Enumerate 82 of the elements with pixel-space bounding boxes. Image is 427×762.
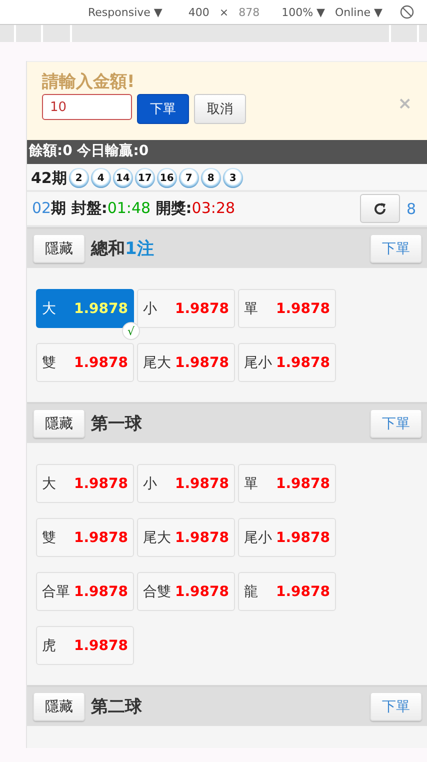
odds-value: 1.9878 xyxy=(174,354,229,370)
option-label: 大 xyxy=(42,474,56,492)
bet-option[interactable]: 單 1.9878 xyxy=(238,289,336,328)
bet-option[interactable]: 小 1.9878 xyxy=(137,289,235,328)
odds-value: 1.9878 xyxy=(276,530,330,546)
odds-value: 1.9878 xyxy=(74,354,128,370)
bet-option[interactable]: 大 1.9878 xyxy=(36,289,134,328)
result-ball: 16 xyxy=(156,168,177,188)
bet-option[interactable]: 尾大 1.9878 xyxy=(137,518,235,557)
section-title: 第二球 xyxy=(91,696,143,718)
odds-value: 1.9878 xyxy=(74,584,128,600)
option-label: 尾大 xyxy=(143,354,171,372)
height-field[interactable]: 878 xyxy=(238,6,260,18)
section-title: 總和1注 xyxy=(91,238,155,260)
odds-value: 1.9878 xyxy=(74,476,128,492)
result-ball: 7 xyxy=(178,168,199,188)
place-bet-button[interactable]: 下單 xyxy=(370,409,422,438)
result-ball: 17 xyxy=(134,168,155,188)
option-label: 尾小 xyxy=(244,528,272,546)
option-label: 尾大 xyxy=(143,528,171,546)
option-label: 小 xyxy=(143,474,157,492)
bet-option[interactable]: 雙 1.9878 xyxy=(36,518,134,557)
zoom-dropdown[interactable]: 100% ▼ xyxy=(282,6,325,18)
result-ball: 8 xyxy=(200,168,221,188)
option-label: 虎 xyxy=(42,636,56,654)
result-ball: 3 xyxy=(222,168,243,188)
device-dropdown[interactable]: Responsive ▼ xyxy=(88,6,162,18)
odds-value: 1.9878 xyxy=(276,584,330,600)
option-label: 龍 xyxy=(244,582,258,600)
option-label: 合單 xyxy=(42,582,70,600)
bet-option[interactable]: 尾小 1.9878 xyxy=(238,518,336,557)
bet-option[interactable]: 虎 1.9878 xyxy=(36,626,134,665)
section-title: 第一球 xyxy=(91,413,143,435)
cancel-button[interactable]: 取消 xyxy=(194,94,246,124)
option-label: 單 xyxy=(244,474,258,492)
odds-value: 1.9878 xyxy=(174,300,229,316)
option-label: 小 xyxy=(143,300,157,318)
option-label: 合雙 xyxy=(143,582,171,600)
option-label: 單 xyxy=(244,300,258,318)
odds-value: 1.9878 xyxy=(174,530,229,546)
bet-option[interactable]: 合雙 1.9878 xyxy=(137,572,235,611)
hide-button[interactable]: 隱藏 xyxy=(33,234,85,263)
amount-field[interactable]: 10 xyxy=(42,94,132,120)
bet-option[interactable]: 小 1.9878 xyxy=(137,464,235,503)
odds-value: 1.9878 xyxy=(174,584,229,600)
balance-bar: 餘額:0 今日輸贏:0 xyxy=(27,140,427,164)
bet-option[interactable]: 單 1.9878 xyxy=(238,464,336,503)
hide-button[interactable]: 隱藏 xyxy=(33,409,85,438)
result-ball: 2 xyxy=(68,168,89,188)
alert-title: 請輸入金額! xyxy=(42,72,136,92)
countdown-number: 8 xyxy=(406,200,416,218)
network-dropdown[interactable]: Online ▼ xyxy=(334,6,382,18)
odds-value: 1.9878 xyxy=(74,300,128,316)
bet-option[interactable]: 尾大 1.9878 xyxy=(137,343,235,382)
times-sign: × xyxy=(219,6,229,18)
bet-option[interactable]: 雙 1.9878 xyxy=(36,343,134,382)
bet-option[interactable]: 龍 1.9878 xyxy=(238,572,336,611)
submit-button[interactable]: 下單 xyxy=(137,94,189,124)
odds-value: 1.9878 xyxy=(74,530,128,546)
result-ball: 14 xyxy=(112,168,133,188)
odds-value: 1.9878 xyxy=(276,476,330,492)
place-bet-button[interactable]: 下單 xyxy=(370,692,422,721)
option-label: 雙 xyxy=(42,528,56,546)
bet-option[interactable]: 大 1.9878 xyxy=(36,464,134,503)
last-period: 42期 xyxy=(31,168,67,188)
bet-option[interactable]: 尾小 1.9878 xyxy=(238,343,336,382)
odds-value: 1.9878 xyxy=(276,354,330,370)
check-mark: √ xyxy=(122,322,140,340)
option-label: 大 xyxy=(42,300,56,318)
hide-button[interactable]: 隱藏 xyxy=(33,692,85,721)
odds-value: 1.9878 xyxy=(276,300,330,316)
bet-option[interactable]: 合單 1.9878 xyxy=(36,572,134,611)
option-label: 尾小 xyxy=(244,354,272,372)
place-bet-button[interactable]: 下單 xyxy=(370,234,422,263)
width-field[interactable]: 400 xyxy=(188,6,210,18)
draw-status: 02期 封盤:01:48 開獎:03:28 xyxy=(32,199,236,218)
refresh-button[interactable] xyxy=(360,194,400,223)
result-ball: 4 xyxy=(90,168,111,188)
odds-value: 1.9878 xyxy=(74,638,128,654)
refresh-icon xyxy=(373,202,388,216)
option-label: 雙 xyxy=(42,354,56,372)
odds-value: 1.9878 xyxy=(174,476,229,492)
